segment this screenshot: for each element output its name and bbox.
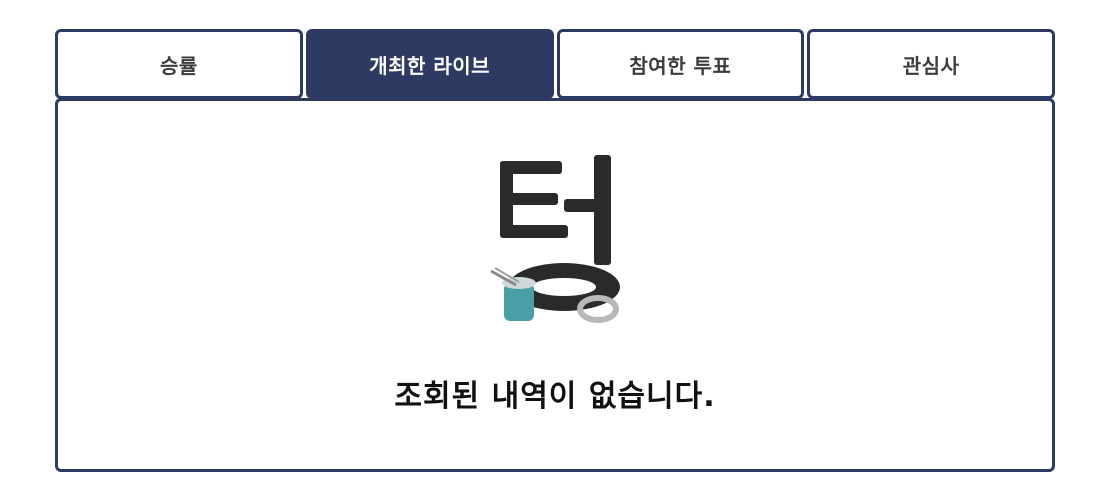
tab-win-rate[interactable]: 승률: [55, 29, 303, 99]
empty-message: 조회된 내역이 없습니다.: [394, 379, 716, 414]
tab-voted-polls[interactable]: 참여한 투표: [556, 29, 805, 99]
empty-illustration: [490, 155, 620, 323]
content-panel: 조회된 내역이 없습니다.: [55, 98, 1055, 472]
tab-bar: 승률 개최한 라이브 참여한 투표 관심사: [55, 29, 1055, 99]
glyph-hole: [532, 278, 596, 296]
tab-hosted-lives[interactable]: 개최한 라이브: [305, 29, 554, 99]
tab-interests[interactable]: 관심사: [807, 29, 1055, 99]
